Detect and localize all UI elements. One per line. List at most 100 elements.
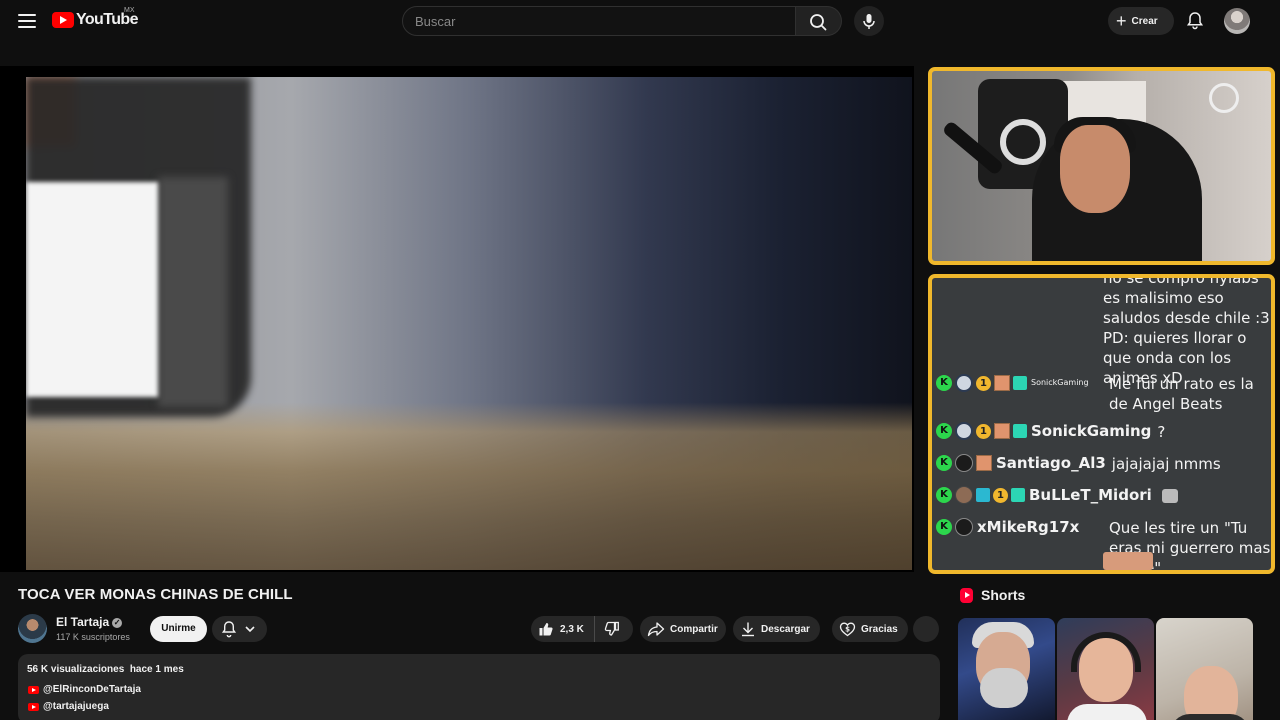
subscriber-count: 117 K suscriptores (56, 632, 130, 642)
microphone-icon (863, 14, 875, 29)
more-actions-button[interactable] (913, 616, 939, 642)
chat-message: K xMikeRg17x Que les tire un "Tu eras mi… (936, 518, 1271, 570)
youtube-icon (28, 685, 39, 694)
user-avatar (955, 422, 973, 440)
short-thumbnail[interactable] (1057, 618, 1154, 720)
youtube-play-icon (52, 12, 74, 28)
like-count: 2,3 K (560, 623, 584, 635)
user-avatar (955, 454, 973, 472)
description-link[interactable]: @ElRinconDeTartaja (28, 684, 141, 695)
plus-icon: + (1116, 11, 1127, 31)
thumbnail-face (1184, 666, 1238, 720)
verified-check-icon: ✓ (112, 618, 123, 628)
user-avatar (955, 486, 973, 504)
region-code: MX (124, 7, 135, 14)
chevron-down-icon (245, 626, 255, 633)
share-icon (647, 622, 665, 637)
chat-username: SonickGaming (1031, 378, 1089, 387)
emote-badge-icon (994, 423, 1010, 439)
top-bar: YouTube MX + Crear (0, 0, 1280, 42)
cam-face (1060, 125, 1130, 213)
cam-ring-light (1209, 83, 1239, 113)
description-box[interactable]: 56 K visualizaciones hace 1 mes @ElRinco… (18, 654, 940, 720)
chat-message-text: ? (1157, 423, 1166, 441)
description-link-text[interactable]: @tartajajuega (43, 701, 109, 712)
youtube-logo[interactable]: YouTube MX (52, 7, 138, 29)
channel-name[interactable]: El Tartaja ✓ (56, 615, 123, 629)
user-avatar (955, 518, 973, 536)
channel-avatar[interactable] (18, 614, 47, 643)
cat-emote-icon (1161, 489, 1178, 503)
description-link[interactable]: @tartajajuega (28, 701, 109, 712)
kick-badge-icon: K (936, 423, 952, 439)
user-avatar (955, 374, 973, 392)
og-badge-icon (976, 488, 990, 502)
short-thumbnail[interactable] (958, 618, 1055, 720)
download-icon (742, 622, 754, 637)
search-button[interactable] (796, 6, 842, 36)
create-label: Crear (1131, 15, 1158, 27)
channel-name-text[interactable]: El Tartaja (56, 615, 109, 629)
account-avatar[interactable] (1224, 8, 1250, 34)
chat-message-text: jajajajaj nmms (1111, 455, 1221, 473)
bell-icon (221, 621, 237, 638)
gift-badge-icon (1013, 424, 1027, 438)
emote-badge-icon (976, 455, 992, 471)
notifications-bell-icon[interactable] (1184, 10, 1206, 32)
view-stats: 56 K visualizaciones hace 1 mes (27, 664, 184, 675)
chat-username: xMikeRg17x (977, 518, 1080, 536)
video-frame[interactable] (26, 77, 912, 570)
shorts-icon (960, 587, 973, 603)
video-title: TOCA VER MONAS CHINAS DE CHILL (18, 586, 293, 603)
chat-message-text: Me fui un rato es la de Angel Beats (1109, 375, 1254, 413)
thumbnail-beard (980, 668, 1028, 708)
share-label: Compartir (670, 623, 718, 635)
super-thanks-icon: $ (839, 622, 856, 637)
create-button[interactable]: + Crear (1108, 7, 1174, 35)
join-button[interactable]: Unirme (150, 616, 207, 642)
short-thumbnail[interactable] (1156, 618, 1253, 720)
kick-badge-icon: K (936, 487, 952, 503)
thumbnail-headphones (1071, 632, 1141, 672)
chat-emotes (1103, 552, 1153, 570)
thanks-label: Gracias (861, 623, 898, 635)
search-box (402, 6, 796, 36)
youtube-icon (28, 702, 39, 711)
share-button[interactable]: Compartir (640, 616, 726, 642)
chat-message: K 1 BuLLeT_Midori (936, 486, 1271, 504)
video-player[interactable] (0, 66, 914, 572)
subscriber-badge: 1 (993, 487, 1008, 503)
subscription-bell-button[interactable] (212, 616, 267, 642)
like-dislike-group: 2,3 K (531, 616, 633, 642)
chat-username: SonickGaming (1031, 422, 1152, 440)
subscriber-badge: 1 (976, 423, 991, 439)
download-label: Descargar (761, 623, 810, 635)
gift-badge-icon (1011, 488, 1025, 502)
dislike-button[interactable] (595, 616, 620, 642)
thumbs-down-icon (604, 621, 619, 636)
chat-message: K 1 SonickGaming Me fui un rato es la de… (936, 374, 1271, 413)
kick-badge-icon: K (936, 455, 952, 471)
thumbnail-shirt (1170, 714, 1250, 720)
shorts-header: Shorts (960, 587, 1025, 603)
chat-message: K Santiago_Al3 jajajajaj nmms (936, 454, 1271, 474)
chat-message-text: no se compro nylabs es malisimo eso salu… (1103, 274, 1270, 387)
chat-username: BuLLeT_Midori (1029, 486, 1152, 504)
like-button[interactable]: 2,3 K (531, 616, 595, 642)
search-input[interactable] (403, 7, 795, 35)
frame-blur-light (26, 182, 158, 397)
hamburger-menu-icon[interactable] (16, 10, 38, 32)
download-button[interactable]: Descargar (733, 616, 820, 642)
frame-blur-pole (158, 177, 228, 407)
gift-badge-icon (1013, 376, 1027, 390)
chat-message: K 1 SonickGaming ? (936, 422, 1271, 442)
chat-overlay: no se compro nylabs es malisimo eso salu… (928, 274, 1275, 574)
thanks-button[interactable]: $ Gracias (832, 616, 908, 642)
description-link-text[interactable]: @ElRinconDeTartaja (43, 684, 141, 695)
search-icon (810, 14, 827, 31)
voice-search-button[interactable] (854, 6, 884, 36)
thumbs-up-icon (539, 623, 553, 636)
chat-username: Santiago_Al3 (996, 454, 1106, 472)
subscriber-badge: 1 (976, 375, 991, 391)
kick-badge-icon: K (936, 519, 952, 535)
